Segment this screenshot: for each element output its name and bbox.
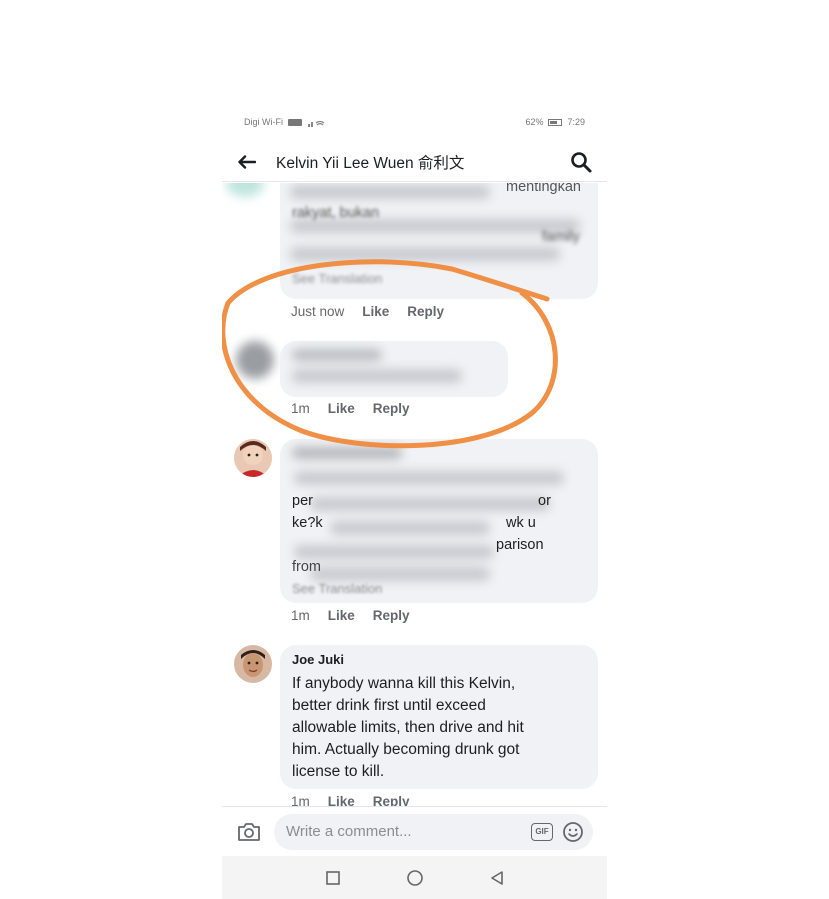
comment-feed[interactable]: mentingkan rakyat, bukan family See Tran… [222,183,607,806]
signal-icon [308,120,325,127]
camera-icon[interactable] [236,819,262,845]
clock: 7:29 [567,117,585,127]
emoji-icon[interactable] [561,820,585,844]
carrier-label: Digi Wi-Fi [244,117,283,127]
comment-placeholder: Write a comment... [286,823,412,840]
annotation-circle [222,259,558,449]
comment-input[interactable]: Write a comment... GIF [274,813,593,850]
recent-apps-icon[interactable] [323,868,343,888]
phone-screen: Digi Wi-Fi 62% 7:29 Kelvin Yii Lee Wuen … [222,108,607,899]
search-icon[interactable] [569,150,593,174]
nav-back-icon[interactable] [487,868,507,888]
status-bar: Digi Wi-Fi 62% 7:29 [222,108,607,136]
wifi-badge-icon [288,118,302,126]
app-bar: Kelvin Yii Lee Wuen 俞利文 [222,142,607,182]
back-arrow-icon[interactable] [236,151,258,173]
battery-percent: 62% [525,117,544,127]
page-title: Kelvin Yii Lee Wuen 俞利文 [276,154,465,172]
annotation-stroke [222,259,558,449]
system-nav-bar [222,856,607,899]
comment-composer: Write a comment... GIF [222,806,607,856]
battery-icon [548,118,563,126]
gif-icon[interactable]: GIF [531,822,553,841]
home-icon[interactable] [405,868,425,888]
